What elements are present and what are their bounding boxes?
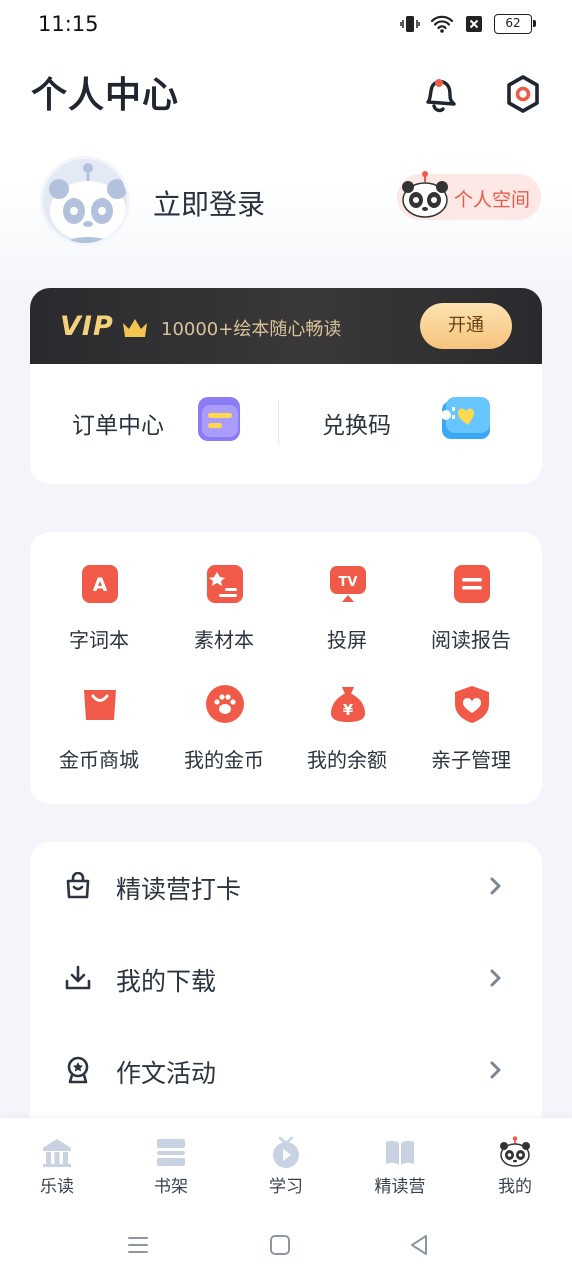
- tv-cast-icon: TV: [330, 566, 366, 602]
- order-icon: [198, 397, 240, 441]
- play-tv-icon: [273, 1136, 299, 1168]
- chevron-right-icon: [490, 1061, 501, 1079]
- wifi-icon: [430, 15, 454, 33]
- personal-space-label: 个人空间: [454, 189, 531, 211]
- svg-text:A: A: [93, 574, 108, 596]
- tool-screen-cast[interactable]: TV 投屏: [286, 564, 408, 674]
- tool-material-book[interactable]: 素材本: [163, 564, 285, 674]
- trophy-icon: [67, 1056, 89, 1084]
- panda-mascot-icon: [402, 171, 448, 218]
- tab-label: 乐读: [40, 1177, 74, 1197]
- tool-label: 素材本: [194, 628, 254, 652]
- svg-text:¥: ¥: [343, 701, 354, 719]
- download-icon: [65, 965, 91, 990]
- tab-leread[interactable]: 乐读: [17, 1136, 97, 1197]
- status-time: 11:15: [38, 12, 99, 36]
- menu-icon[interactable]: [127, 1234, 149, 1256]
- tool-parent-control[interactable]: 亲子管理: [410, 684, 532, 794]
- login-link[interactable]: 立即登录: [153, 183, 265, 223]
- bookshelf-icon: [157, 1139, 185, 1166]
- tab-bookshelf[interactable]: 书架: [131, 1136, 211, 1197]
- tab-intensive-camp[interactable]: 精读营: [360, 1136, 440, 1197]
- tool-my-coins[interactable]: 我的金币: [163, 684, 285, 794]
- redeem-code-button[interactable]: 兑换码: [286, 364, 536, 484]
- material-book-icon: [207, 565, 243, 603]
- status-bar: 11:15 62: [0, 0, 572, 50]
- report-icon: [454, 565, 490, 603]
- avatar[interactable]: [40, 156, 130, 246]
- svg-text:TV: TV: [339, 575, 358, 590]
- tab-study[interactable]: 学习: [246, 1136, 326, 1197]
- shopping-bag-icon: [84, 690, 116, 720]
- tab-label: 精读营: [374, 1177, 426, 1197]
- paw-coin-icon: [206, 685, 244, 723]
- vip-slogan: 10000+绘本随心畅读: [161, 319, 342, 340]
- panda-icon: [500, 1136, 530, 1167]
- menu-item-essay-events[interactable]: 作文活动: [30, 1026, 542, 1116]
- menu-item-label: 作文活动: [116, 1059, 217, 1088]
- tool-label: 投屏: [327, 628, 367, 652]
- house-icon: [43, 1139, 71, 1167]
- tab-mine[interactable]: 我的: [475, 1136, 555, 1197]
- system-nav-bar: [0, 1226, 572, 1266]
- tool-label: 我的金币: [184, 748, 264, 772]
- vip-card: VIP 10000+绘本随心畅读 开通 订单中心 兑换码: [30, 288, 542, 484]
- divider: [278, 400, 279, 444]
- tool-reading-report[interactable]: 阅读报告: [410, 564, 532, 674]
- money-bag-icon: ¥: [331, 687, 365, 722]
- order-center-label: 订单中心: [72, 413, 164, 439]
- panda-avatar-icon: [43, 159, 127, 243]
- chevron-right-icon: [490, 969, 501, 987]
- vip-open-button[interactable]: 开通: [420, 303, 512, 349]
- menu-list: 精读营打卡 我的下载 作文活动: [30, 842, 542, 1142]
- tools-grid: A 字词本 素材本 TV 投屏 阅读报告 金币商城 我的金币 ¥ 我的余额 亲子…: [30, 532, 542, 804]
- menu-item-checkin[interactable]: 精读营打卡: [30, 842, 542, 932]
- personal-space-button[interactable]: 个人空间: [397, 171, 541, 220]
- tool-word-book[interactable]: A 字词本: [38, 564, 160, 674]
- checkin-bag-icon: [66, 872, 90, 899]
- battery-indicator: 62: [494, 14, 536, 34]
- coupon-icon: [441, 397, 490, 439]
- menu-item-downloads[interactable]: 我的下载: [30, 934, 542, 1024]
- tool-label: 字词本: [69, 628, 129, 652]
- heart-shield-icon: [455, 686, 489, 723]
- tool-label: 我的余额: [307, 748, 387, 772]
- bell-icon[interactable]: [420, 74, 458, 114]
- tab-label: 学习: [269, 1177, 303, 1197]
- tab-label: 我的: [498, 1177, 532, 1197]
- chevron-right-icon: [490, 877, 501, 895]
- vip-logo: VIP: [60, 311, 114, 342]
- tool-label: 阅读报告: [431, 628, 511, 652]
- vibrate-icon: [400, 16, 420, 32]
- tool-label: 亲子管理: [431, 748, 511, 772]
- tab-label: 书架: [154, 1177, 188, 1197]
- settings-icon[interactable]: [504, 74, 542, 114]
- tool-coin-mall[interactable]: 金币商城: [38, 684, 160, 794]
- home-icon[interactable]: [269, 1234, 291, 1256]
- tool-label: 金币商城: [59, 748, 139, 772]
- letter-a-icon: A: [82, 565, 118, 603]
- vip-banner[interactable]: VIP 10000+绘本随心畅读 开通: [30, 288, 542, 364]
- redeem-code-label: 兑换码: [322, 413, 391, 439]
- menu-item-label: 我的下载: [116, 967, 217, 996]
- menu-item-label: 精读营打卡: [116, 875, 242, 904]
- no-sim-icon: [466, 16, 482, 32]
- crown-icon: [123, 319, 147, 337]
- tool-my-balance[interactable]: ¥ 我的余额: [286, 684, 408, 794]
- status-icons: 62: [400, 14, 536, 34]
- back-icon[interactable]: [408, 1234, 430, 1256]
- order-center-button[interactable]: 订单中心: [30, 364, 280, 484]
- page-title: 个人中心: [31, 75, 180, 116]
- open-book-icon: [386, 1140, 414, 1165]
